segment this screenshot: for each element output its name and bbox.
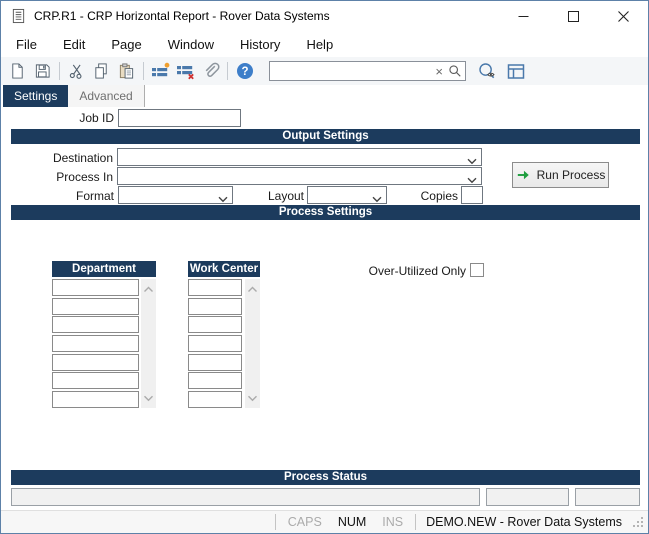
window-controls <box>498 1 648 31</box>
menu-window[interactable]: Window <box>155 32 227 57</box>
run-arrow-icon <box>517 170 529 180</box>
department-row-input[interactable] <box>52 372 139 390</box>
maximize-button[interactable] <box>548 1 598 31</box>
job-id-input[interactable] <box>118 109 241 127</box>
paste-icon[interactable] <box>114 59 139 83</box>
job-id-label: Job ID <box>79 111 114 125</box>
search-input[interactable] <box>274 63 431 79</box>
grid-layout-icon[interactable] <box>503 59 528 83</box>
menu-help[interactable]: Help <box>293 32 346 57</box>
session-indicator: DEMO.NEW - Rover Data Systems <box>426 515 622 529</box>
search-clear-icon[interactable]: × <box>430 65 448 78</box>
scroll-up-icon[interactable] <box>247 282 258 296</box>
destination-select[interactable] <box>117 148 482 166</box>
save-icon[interactable] <box>30 59 55 83</box>
menu-edit[interactable]: Edit <box>50 32 98 57</box>
process-in-label: Process In <box>56 170 113 184</box>
copy-icon[interactable] <box>89 59 114 83</box>
search-icon[interactable] <box>448 64 462 78</box>
title-bar: CRP.R1 - CRP Horizontal Report - Rover D… <box>1 1 648 31</box>
department-row-input[interactable] <box>52 297 139 315</box>
over-utilized-label: Over-Utilized Only <box>368 264 466 278</box>
department-row-input[interactable] <box>52 316 139 334</box>
menu-bar: File Edit Page Window History Help <box>1 31 648 57</box>
work-center-list-header: Work Center <box>188 261 260 277</box>
department-row-input[interactable] <box>52 391 139 409</box>
scroll-down-icon[interactable] <box>143 391 154 405</box>
app-window: CRP.R1 - CRP Horizontal Report - Rover D… <box>0 0 649 534</box>
toolbar: ? × <box>1 57 648 85</box>
department-row-input[interactable] <box>52 335 139 353</box>
process-settings-header: Process Settings <box>11 205 640 220</box>
work-center-row-input[interactable] <box>188 279 242 296</box>
tab-advanced[interactable]: Advanced <box>68 85 145 107</box>
run-process-label: Run Process <box>536 168 606 182</box>
window-title: CRP.R1 - CRP Horizontal Report - Rover D… <box>34 9 330 23</box>
cut-icon[interactable] <box>64 59 89 83</box>
settings-panel: Job ID Output Settings Destination Proce… <box>1 107 648 511</box>
process-in-select[interactable] <box>117 167 482 185</box>
toolbar-separator <box>59 62 60 80</box>
work-center-row-input[interactable] <box>188 372 242 390</box>
resize-grip[interactable] <box>632 516 644 528</box>
toolbar-search: × <box>269 61 466 81</box>
process-status-message-field <box>11 488 480 506</box>
copies-label: Copies <box>420 189 458 203</box>
report-document-icon <box>11 8 26 24</box>
department-row-input[interactable] <box>52 279 139 296</box>
statusbar-separator <box>274 514 276 530</box>
scroll-down-icon[interactable] <box>247 391 258 405</box>
tab-strip: Settings Advanced <box>1 85 648 107</box>
delete-detail-icon[interactable] <box>173 59 198 83</box>
department-list <box>52 279 139 409</box>
caps-lock-indicator: CAPS <box>287 515 322 529</box>
layout-label: Layout <box>267 189 304 203</box>
close-button[interactable] <box>598 1 648 31</box>
copies-input[interactable] <box>461 186 483 204</box>
department-scrollbar[interactable] <box>141 279 156 408</box>
lookup-icon[interactable] <box>474 59 499 83</box>
process-status-field <box>575 488 640 506</box>
format-label: Format <box>75 189 114 203</box>
department-list-header: Department <box>52 261 156 277</box>
statusbar-separator <box>415 514 417 530</box>
minimize-button[interactable] <box>498 1 548 31</box>
department-row-input[interactable] <box>52 353 139 371</box>
num-lock-indicator: NUM <box>337 515 367 529</box>
work-center-row-input[interactable] <box>188 297 242 315</box>
work-center-row-input[interactable] <box>188 353 242 371</box>
work-center-scrollbar[interactable] <box>245 279 260 408</box>
chevron-down-icon <box>467 154 477 168</box>
status-bar: CAPS NUM INS DEMO.NEW - Rover Data Syste… <box>1 510 648 533</box>
new-document-icon[interactable] <box>5 59 30 83</box>
tab-settings[interactable]: Settings <box>3 85 69 107</box>
process-status-header: Process Status <box>11 470 640 485</box>
scroll-up-icon[interactable] <box>143 282 154 296</box>
menu-page[interactable]: Page <box>98 32 154 57</box>
insert-detail-icon[interactable] <box>148 59 173 83</box>
process-status-field <box>486 488 569 506</box>
insert-mode-indicator: INS <box>382 515 404 529</box>
output-settings-header: Output Settings <box>11 129 640 144</box>
toolbar-separator <box>227 62 228 80</box>
work-center-list <box>188 279 242 409</box>
chevron-down-icon <box>467 173 477 187</box>
work-center-row-input[interactable] <box>188 391 242 409</box>
attachment-icon[interactable] <box>198 59 223 83</box>
help-icon[interactable]: ? <box>232 59 257 83</box>
run-process-button[interactable]: Run Process <box>512 162 609 188</box>
toolbar-separator <box>143 62 144 80</box>
work-center-row-input[interactable] <box>188 316 242 334</box>
menu-history[interactable]: History <box>227 32 293 57</box>
svg-text:?: ? <box>241 66 248 78</box>
destination-label: Destination <box>52 151 113 165</box>
over-utilized-checkbox[interactable] <box>470 263 484 277</box>
menu-file[interactable]: File <box>3 32 50 57</box>
work-center-row-input[interactable] <box>188 335 242 353</box>
